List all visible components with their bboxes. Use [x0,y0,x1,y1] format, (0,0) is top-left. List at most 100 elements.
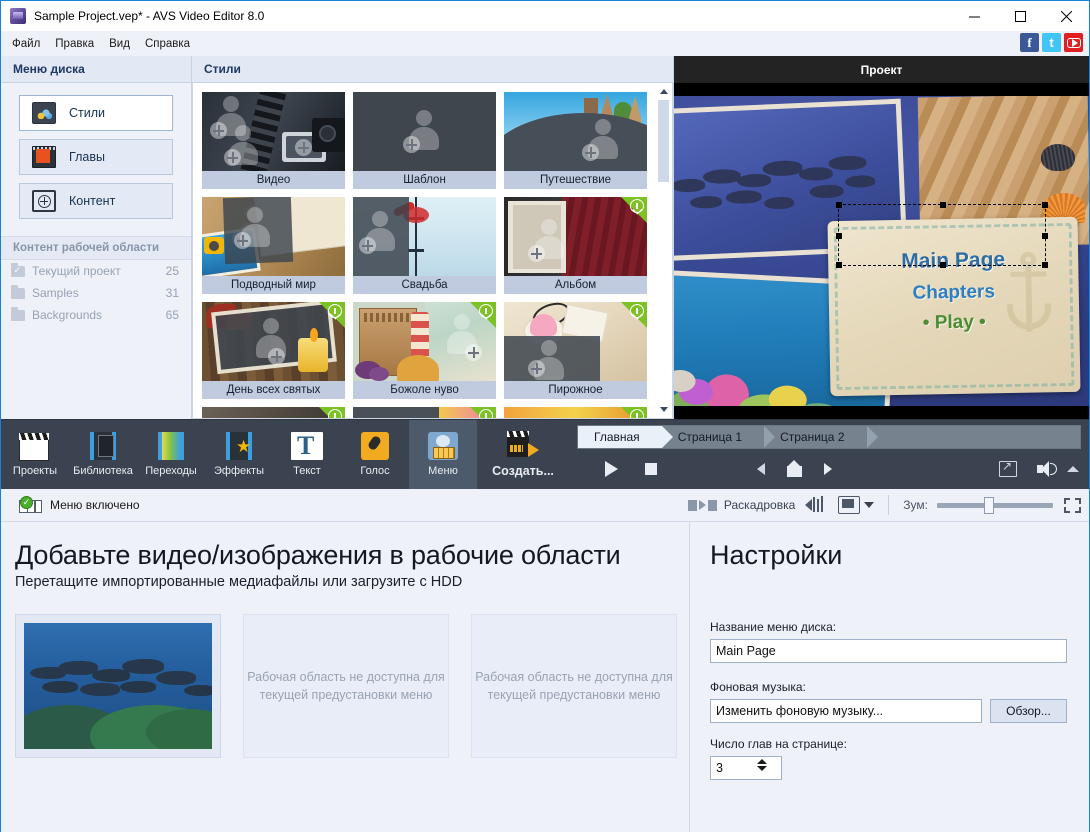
minimize-button[interactable] [951,1,997,32]
style-item[interactable] [202,407,345,419]
menu-name-input[interactable]: Main Page [710,639,1067,663]
twitter-icon[interactable]: t [1042,33,1061,52]
preview-controls: Главная Страница 1 Страница 2 [569,420,1089,489]
storyboard-icon [688,500,697,511]
toolbar-button-library[interactable]: Библиотека [69,420,137,489]
style-thumbnail [504,197,647,276]
style-thumbnail [353,92,496,171]
sidebar-item-styles[interactable]: Стили [19,95,173,131]
toolbar-button-text[interactable]: T Текст [273,420,341,489]
facebook-icon[interactable]: f [1020,33,1039,52]
maximize-button[interactable] [997,1,1043,32]
styles-grid-container: Видео Шаблон [192,83,673,419]
page-tab-2[interactable]: Страница 2 [764,426,866,448]
toolbar-button-voice[interactable]: Голос [341,420,409,489]
play-button[interactable] [605,461,618,477]
preview-monitor-icon[interactable] [838,496,860,514]
style-thumbnail [202,197,345,276]
style-item[interactable]: Божоле нуво [353,302,496,399]
page-tab-main[interactable]: Главная [578,426,662,448]
style-item[interactable]: Видео [202,92,345,189]
stop-button[interactable] [645,463,657,475]
style-thumbnail [202,302,345,381]
menu-edit[interactable]: Правка [48,35,101,53]
style-item[interactable]: Шаблон [353,92,496,189]
youtube-icon[interactable] [1064,33,1083,52]
style-thumbnail [353,197,496,276]
toolbar-button-menu[interactable]: Меню [409,420,477,489]
styles-scrollbar[interactable] [657,85,670,416]
zoom-slider[interactable] [937,496,1053,514]
toolbar-button-label: Библиотека [73,465,133,477]
background-music-input[interactable]: Изменить фоновую музыку... [710,699,982,723]
workarea-slot-3[interactable]: Рабочая область не доступна для текущей … [471,614,677,758]
toolbar-button-transitions[interactable]: Переходы [137,420,205,489]
produce-icon [507,431,539,459]
toolbar-button-produce[interactable]: Создать... [477,420,569,489]
menu-enabled-label: Меню включено [50,498,140,512]
folder-item-backgrounds[interactable]: Backgrounds 65 [1,304,191,326]
toolbar-button-projects[interactable]: Проекты [1,420,69,489]
sidebar-item-content[interactable]: Контент [19,183,173,219]
folder-count: 31 [166,286,179,300]
caret-down-icon[interactable] [864,502,874,508]
style-item[interactable] [353,407,496,419]
toolbar-button-label: Текст [293,465,321,477]
stepper-down-icon[interactable] [757,766,767,771]
menu-play-text[interactable]: • Play • [829,310,1079,336]
close-button[interactable] [1043,1,1089,32]
browse-button[interactable]: Обзор... [990,699,1067,723]
preview-canvas[interactable]: Main Page Chapters • Play • [674,83,1089,419]
style-thumbnail [202,92,345,171]
volume-expand-caret-icon[interactable] [1067,466,1079,472]
upper-area: Меню диска Стили Главы Контент Контент р… [1,56,1089,419]
menu-enabled-checked-icon[interactable]: ✓ [19,497,42,513]
menu-file[interactable]: Файл [5,35,47,53]
title-bar: Sample Project.vep* - AVS Video Editor 8… [1,0,1089,31]
next-page-button[interactable] [824,463,832,475]
download-icon [630,304,644,318]
previous-page-button[interactable] [757,463,765,475]
stepper-up-icon[interactable] [757,759,767,764]
workarea-thumbnail [24,623,212,749]
style-item[interactable]: Путешествие [504,92,647,189]
menu-view[interactable]: Вид [102,35,137,53]
menu-help[interactable]: Справка [138,35,197,53]
styles-panel: Стили В [192,56,674,419]
menu-chapters-text[interactable]: Chapters [829,280,1079,306]
sidebar-item-label: Контент [69,194,115,208]
page-tab-1[interactable]: Страница 1 [662,426,764,448]
sidebar-item-chapters[interactable]: Главы [19,139,173,175]
scroll-down-arrow[interactable] [657,403,670,416]
style-label: Видео [202,171,345,189]
style-item[interactable]: Подводный мир [202,197,345,294]
audio-mixer-icon[interactable] [805,496,829,514]
style-item[interactable]: Альбом [504,197,647,294]
fit-to-screen-icon[interactable] [1064,498,1081,513]
toolbar-button-label: Переходы [145,465,197,477]
style-item[interactable] [504,407,647,419]
volume-button[interactable] [1037,461,1057,477]
chapters-per-page-stepper[interactable]: 3 [710,756,782,780]
download-icon [630,409,644,419]
folder-item-samples[interactable]: Samples 31 [1,282,191,304]
stepper-arrows[interactable] [757,759,767,771]
scrollbar-thumb[interactable] [658,100,669,182]
fullscreen-button[interactable] [999,461,1017,477]
preview-panel: Проект [674,56,1089,419]
folder-item-current-project[interactable]: Текущий проект 25 [1,260,191,282]
style-item[interactable]: День всех святых [202,302,345,399]
workarea-slot-1[interactable] [15,614,221,758]
download-icon [630,199,644,213]
style-label: День всех святых [202,381,345,399]
zoom-slider-handle[interactable] [984,497,994,514]
style-item[interactable]: Свадьба [353,197,496,294]
workarea-slot-2[interactable]: Рабочая область не доступна для текущей … [243,614,449,758]
selection-box[interactable] [838,204,1046,266]
folder-count: 65 [166,308,179,322]
home-button[interactable] [787,461,802,477]
scroll-up-arrow[interactable] [657,85,670,98]
style-item[interactable]: Пирожное [504,302,647,399]
toolbar-button-effects[interactable]: ★ Эффекты [205,420,273,489]
storyboard-toggle[interactable]: Раскадровка [688,498,795,512]
